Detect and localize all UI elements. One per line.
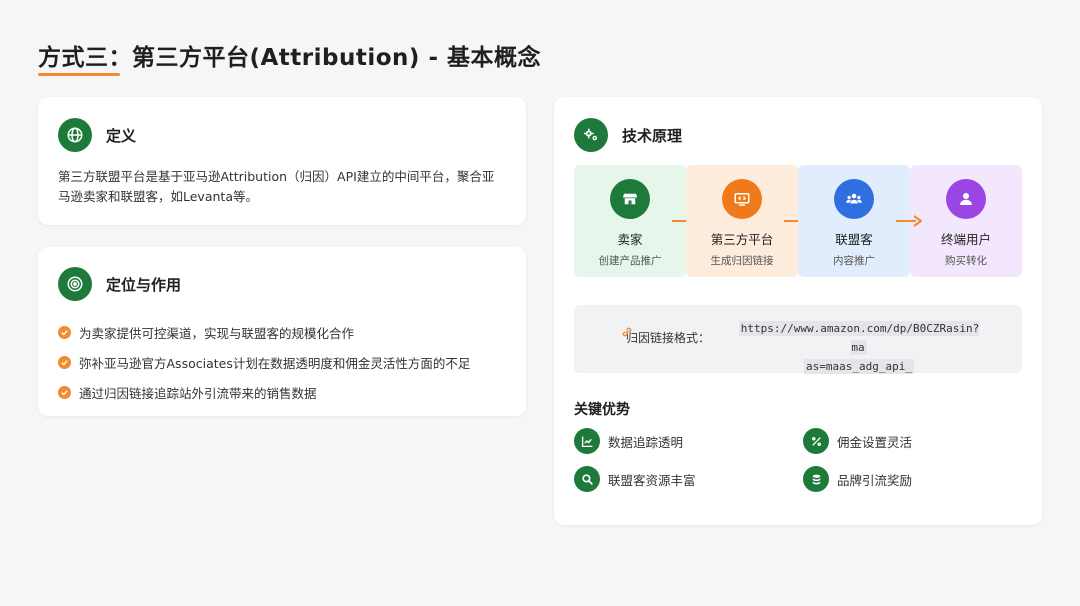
search-icon [574, 466, 600, 492]
principle-title: 技术原理 [622, 126, 683, 145]
code-icon [722, 179, 762, 219]
globe-icon [58, 118, 92, 152]
link-icon [622, 327, 632, 337]
page-title: 方式三：第三方平台(Attribution) - 基本概念 [38, 45, 541, 71]
flow-step-desc: 购买转化 [945, 255, 987, 267]
chart-line-icon [574, 428, 600, 454]
flow-step-name: 联盟客 [835, 232, 873, 247]
definition-text: 第三方联盟平台是基于亚马逊Attribution（归因）API建立的中间平台，聚… [58, 169, 495, 204]
advantage-label: 品牌引流奖励 [837, 472, 913, 488]
target-icon [58, 267, 92, 301]
advantage-label: 数据追踪透明 [608, 434, 684, 450]
positioning-title: 定位与作用 [106, 275, 182, 294]
gears-icon [574, 118, 608, 152]
advantage-item: 数据追踪透明 [574, 428, 683, 454]
link-format-url[interactable]: https://www.amazon.com/dp/B0CZRasin?ma a… [734, 319, 984, 376]
flow-arrow-icon [784, 220, 798, 222]
link-url-line: https://www.amazon.com/dp/B0CZRasin?ma [738, 321, 980, 355]
flow-diagram: 卖家 创建产品推广 第三方平台 生成归因链接 联盟客 内容推广 终端用户 购买转… [574, 165, 1022, 277]
store-icon [610, 179, 650, 219]
list-item: 通过归因链接追踪站外引流带来的销售数据 [58, 377, 470, 407]
link-url-line: as=maas_adg_api_ [804, 359, 914, 374]
positioning-card: 定位与作用 为卖家提供可控渠道，实现与联盟客的规模化合作 弥补亚马逊官方Asso… [38, 247, 526, 416]
flow-arrow-icon [896, 215, 922, 227]
coins-icon [803, 466, 829, 492]
percent-icon [803, 428, 829, 454]
list-item-text: 通过归因链接追踪站外引流带来的销售数据 [79, 385, 317, 401]
check-icon [58, 355, 71, 369]
link-format-box: 归因链接格式： https://www.amazon.com/dp/B0CZRa… [574, 305, 1022, 376]
advantage-item: 联盟客资源丰富 [574, 466, 696, 492]
flow-step-seller: 卖家 创建产品推广 [574, 165, 686, 277]
flow-step-desc: 生成归因链接 [710, 255, 774, 267]
definition-title: 定义 [106, 126, 137, 145]
advantage-label: 佣金设置灵活 [837, 434, 913, 450]
positioning-list: 为卖家提供可控渠道，实现与联盟客的规模化合作 弥补亚马逊官方Associates… [58, 317, 470, 407]
principle-card: 技术原理 卖家 创建产品推广 第三方平台 生成归因链接 联盟客 内容推广 终端用… [554, 97, 1042, 525]
definition-card: 定义 第三方联盟平台是基于亚马逊Attribution（归因）API建立的中间平… [38, 97, 526, 225]
advantage-item: 佣金设置灵活 [803, 428, 912, 454]
list-item-text: 弥补亚马逊官方Associates计划在数据透明度和佣金灵活性方面的不足 [79, 355, 471, 371]
flow-step-name: 终端用户 [940, 232, 991, 247]
flow-step-affiliate: 联盟客 内容推广 [798, 165, 910, 277]
flow-arrow-icon [672, 220, 686, 222]
flow-step-name: 第三方平台 [710, 232, 774, 247]
list-item-text: 为卖家提供可控渠道，实现与联盟客的规模化合作 [79, 325, 355, 341]
list-item: 弥补亚马逊官方Associates计划在数据透明度和佣金灵活性方面的不足 [58, 347, 470, 377]
flow-step-end-user: 终端用户 购买转化 [910, 165, 1022, 277]
advantage-item: 品牌引流奖励 [803, 466, 912, 492]
flow-step-desc: 创建产品推广 [598, 255, 662, 267]
advantage-label: 联盟客资源丰富 [608, 472, 696, 488]
user-icon [946, 179, 986, 219]
flow-step-platform: 第三方平台 生成归因链接 [686, 165, 798, 277]
check-icon [58, 385, 71, 399]
list-item: 为卖家提供可控渠道，实现与联盟客的规模化合作 [58, 317, 470, 347]
title-underline [38, 73, 120, 76]
link-format-text: 归因链接格式： [626, 331, 711, 345]
link-format-label: 归因链接格式： [622, 327, 711, 346]
flow-step-name: 卖家 [617, 232, 643, 247]
advantages-title: 关键优势 [574, 402, 630, 418]
flow-step-desc: 内容推广 [833, 255, 875, 267]
check-icon [58, 325, 71, 339]
users-icon [834, 179, 874, 219]
